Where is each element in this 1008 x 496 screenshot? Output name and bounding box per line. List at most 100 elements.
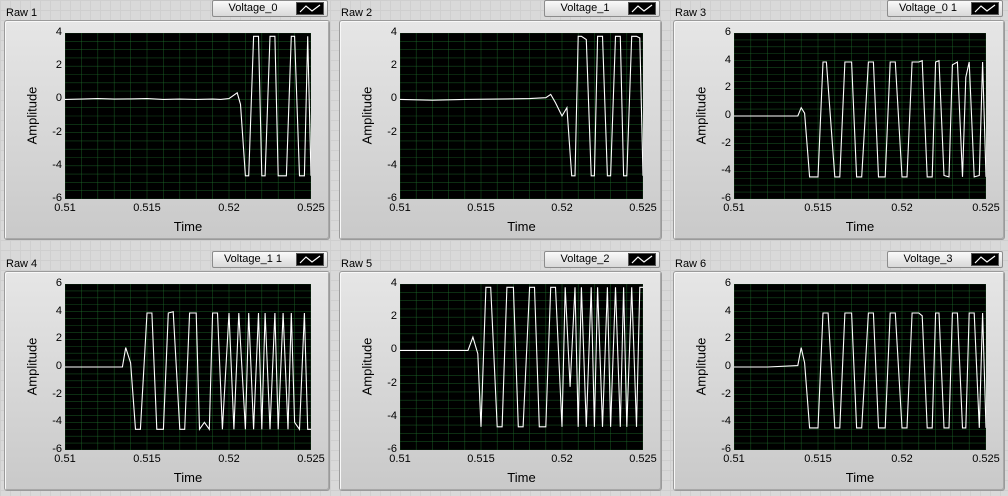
- x-axis-title: Time: [845, 470, 875, 485]
- plot-area[interactable]: [65, 284, 311, 450]
- y-tick-label: 6: [724, 26, 731, 38]
- x-tick-label: 0.515: [467, 453, 495, 465]
- line-style-icon[interactable]: [296, 253, 324, 266]
- x-tick-label: 0.51: [54, 202, 76, 214]
- plot-area[interactable]: [400, 33, 643, 199]
- x-tick-label: 0.515: [133, 202, 161, 214]
- chart-title: Raw 6: [675, 258, 707, 270]
- y-tick-label: 0: [724, 109, 731, 121]
- y-tick-label: 2: [724, 332, 731, 345]
- y-tick-label: 2: [390, 59, 397, 72]
- labview-front-panel: { "charts": [ {"title":"Raw 1","legend":…: [0, 0, 1008, 496]
- y-tick-label: 0: [724, 360, 731, 372]
- legend-label: Voltage_0: [228, 2, 278, 14]
- plot-legend[interactable]: Voltage_2: [544, 251, 660, 268]
- y-tick-label: 4: [55, 26, 62, 38]
- x-tick-label: 0.525: [297, 202, 325, 214]
- y-tick-label: 6: [724, 277, 731, 289]
- y-tick-label: 4: [724, 304, 731, 317]
- x-tick-label: 0.525: [629, 202, 657, 214]
- y-tick-label: 2: [390, 310, 397, 323]
- x-tick-label: 0.52: [551, 202, 573, 214]
- chart-title: Raw 3: [675, 7, 707, 19]
- y-tick-label: -4: [721, 164, 731, 177]
- line-style-icon[interactable]: [628, 253, 656, 266]
- x-axis-title: Time: [845, 219, 875, 234]
- y-tick-label: -4: [387, 158, 397, 171]
- plot-legend[interactable]: Voltage_0 1: [887, 0, 1003, 17]
- y-tick-label: 2: [724, 81, 731, 94]
- x-tick-label: 0.525: [629, 453, 657, 465]
- plot-legend[interactable]: Voltage_1: [544, 0, 660, 17]
- y-tick-label: 4: [390, 277, 397, 289]
- x-axis-title: Time: [507, 470, 536, 485]
- x-tick-label: 0.52: [891, 202, 913, 214]
- chart-title: Raw 1: [6, 7, 38, 19]
- plot-area[interactable]: [400, 284, 643, 450]
- legend-label: Voltage_3: [903, 253, 953, 265]
- x-axis-title: Time: [507, 219, 536, 234]
- x-tick-label: 0.525: [297, 453, 325, 465]
- x-tick-label: 0.51: [389, 453, 411, 465]
- y-tick-label: -2: [387, 125, 397, 138]
- y-axis-title: Amplitude: [693, 337, 709, 396]
- chart-title: Raw 4: [6, 258, 38, 270]
- x-tick-label: 0.51: [723, 202, 745, 214]
- line-style-icon[interactable]: [971, 2, 999, 15]
- line-style-icon[interactable]: [971, 253, 999, 266]
- x-tick-label: 0.51: [54, 453, 76, 465]
- chart-title: Raw 5: [341, 258, 373, 270]
- y-tick-label: 0: [55, 92, 62, 105]
- x-tick-label: 0.52: [218, 453, 240, 465]
- plot-area[interactable]: [65, 33, 311, 199]
- y-tick-label: 4: [724, 53, 731, 66]
- line-style-icon[interactable]: [296, 2, 324, 15]
- y-tick-label: -4: [721, 415, 731, 428]
- y-tick-label: 4: [390, 26, 397, 38]
- y-tick-label: 6: [55, 277, 62, 289]
- plot-area[interactable]: [734, 284, 986, 450]
- x-tick-label: 0.52: [218, 202, 240, 214]
- y-tick-label: -2: [387, 376, 397, 389]
- x-axis-title: Time: [173, 470, 203, 485]
- plot-legend[interactable]: Voltage_3: [887, 251, 1003, 268]
- plot-legend[interactable]: Voltage_0: [212, 0, 328, 17]
- y-tick-label: 0: [390, 92, 397, 105]
- y-axis-title: Amplitude: [24, 86, 40, 145]
- y-tick-label: -4: [387, 409, 397, 422]
- y-tick-label: 4: [55, 304, 62, 317]
- legend-label: Voltage_0 1: [898, 2, 958, 14]
- chart-title: Raw 2: [341, 7, 373, 19]
- line-style-icon[interactable]: [628, 2, 656, 15]
- y-tick-label: -4: [52, 158, 62, 171]
- y-tick-label: -2: [721, 136, 731, 149]
- y-tick-label: 2: [55, 332, 62, 345]
- y-axis-title: Amplitude: [359, 86, 375, 145]
- y-tick-label: -4: [52, 415, 62, 428]
- x-tick-label: 0.525: [972, 202, 1000, 214]
- x-tick-label: 0.515: [804, 202, 832, 214]
- x-tick-label: 0.52: [891, 453, 913, 465]
- x-tick-label: 0.51: [723, 453, 745, 465]
- y-tick-label: -2: [52, 387, 62, 400]
- legend-label: Voltage_1 1: [223, 253, 283, 265]
- y-tick-label: 0: [390, 343, 397, 356]
- legend-label: Voltage_1: [560, 2, 610, 14]
- x-tick-label: 0.515: [804, 453, 832, 465]
- y-tick-label: -2: [721, 387, 731, 400]
- y-tick-label: -2: [52, 125, 62, 138]
- plot-legend[interactable]: Voltage_1 1: [212, 251, 328, 268]
- plot-area[interactable]: [734, 33, 986, 199]
- y-axis-title: Amplitude: [359, 337, 375, 396]
- x-tick-label: 0.51: [389, 202, 411, 214]
- x-axis-title: Time: [173, 219, 203, 234]
- legend-label: Voltage_2: [560, 253, 610, 265]
- y-tick-label: 0: [55, 360, 62, 372]
- x-tick-label: 0.52: [551, 453, 573, 465]
- x-tick-label: 0.515: [133, 453, 161, 465]
- x-tick-label: 0.515: [467, 202, 495, 214]
- x-tick-label: 0.525: [972, 453, 1000, 465]
- y-axis-title: Amplitude: [24, 337, 40, 396]
- y-axis-title: Amplitude: [693, 86, 709, 145]
- y-tick-label: 2: [55, 59, 62, 72]
